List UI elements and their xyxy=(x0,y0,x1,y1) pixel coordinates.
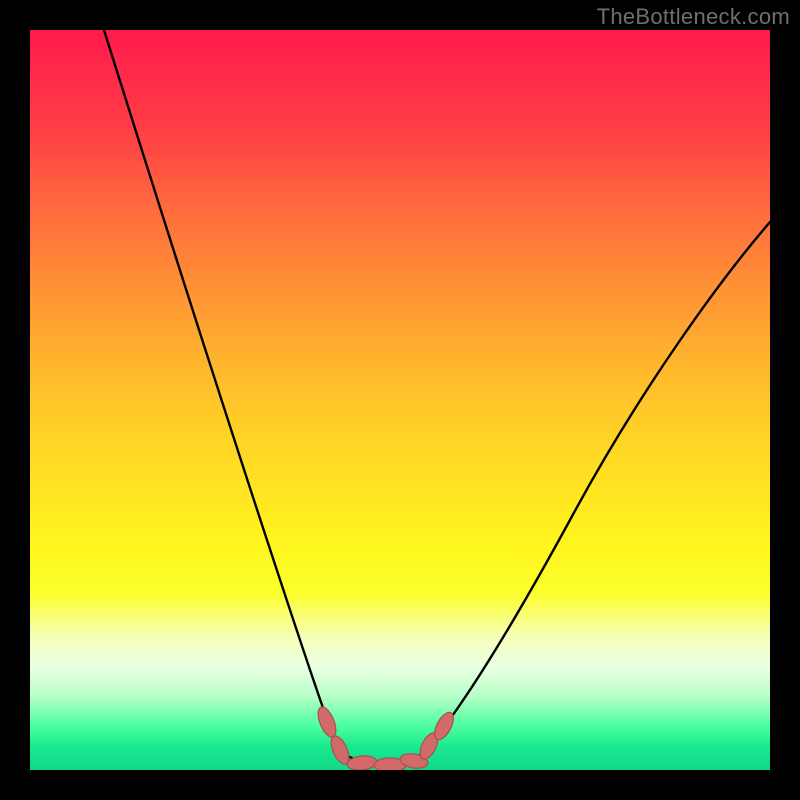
chart-plot-area xyxy=(30,30,770,770)
left-end-marker xyxy=(315,705,340,740)
chart-frame: TheBottleneck.com xyxy=(0,0,800,800)
curve-left-branch xyxy=(104,30,342,752)
chart-svg xyxy=(30,30,770,770)
markers-group xyxy=(315,705,458,770)
right-marker-2 xyxy=(431,709,457,742)
curve-right-branch xyxy=(426,222,770,750)
watermark-text: TheBottleneck.com xyxy=(597,4,790,30)
